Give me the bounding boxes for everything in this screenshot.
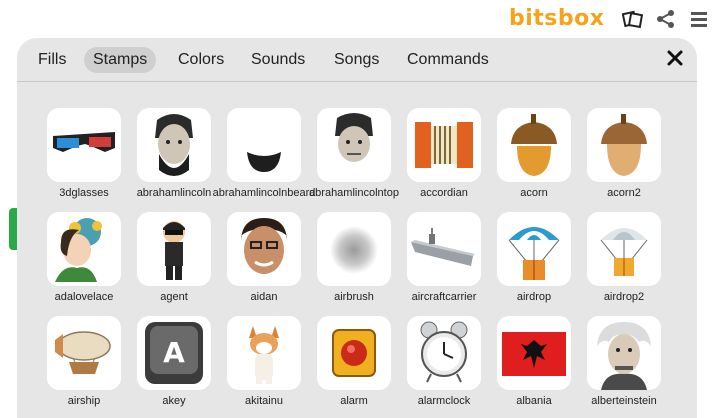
3d-glasses-icon xyxy=(47,108,121,182)
panel-tabs: Fills Stamps Colors Sounds Songs Command… xyxy=(17,38,697,82)
bitsbox-logo[interactable]: bitsbox xyxy=(509,6,604,31)
acorn-icon xyxy=(497,108,571,182)
tab-sounds[interactable]: Sounds xyxy=(242,47,314,73)
tab-colors[interactable]: Colors xyxy=(169,47,233,73)
lincoln-top-icon xyxy=(317,108,391,182)
tab-stamps[interactable]: Stamps xyxy=(84,47,157,73)
copy-icon[interactable] xyxy=(621,8,644,30)
stamp-label: airdrop2 xyxy=(603,291,645,303)
stamp-tile[interactable]: alberteinstein xyxy=(577,316,667,412)
acorn-flat-icon xyxy=(587,108,661,182)
stamp-label: alberteinstein xyxy=(591,395,657,407)
accordion-icon xyxy=(407,108,481,182)
agent-icon xyxy=(137,212,211,286)
aircraft-carrier-icon xyxy=(407,212,481,286)
top-bar: bitsbox xyxy=(0,0,720,38)
menu-icon[interactable] xyxy=(688,8,710,30)
einstein-icon xyxy=(587,316,661,390)
tab-commands[interactable]: Commands xyxy=(398,47,498,73)
beard-icon xyxy=(227,108,301,182)
airbrush-icon xyxy=(317,212,391,286)
alarm-clock-icon xyxy=(407,316,481,390)
akita-dog-icon xyxy=(227,316,301,390)
stamp-tile[interactable]: airdrop2 xyxy=(577,212,667,308)
airdrop-icon xyxy=(497,212,571,286)
stamp-label: acorn2 xyxy=(607,187,641,199)
side-drawer-handle[interactable] xyxy=(9,208,17,250)
stamp-grid: 3dglasses abrahamlincoln abrahamlincolnb… xyxy=(17,82,697,412)
a-key-icon: A xyxy=(137,316,211,390)
tab-songs[interactable]: Songs xyxy=(325,47,388,73)
tab-fills[interactable]: Fills xyxy=(29,47,75,73)
stamps-panel: Fills Stamps Colors Sounds Songs Command… xyxy=(17,38,697,418)
albania-flag-icon xyxy=(497,316,571,390)
close-icon[interactable] xyxy=(665,48,685,68)
airdrop-alt-icon xyxy=(587,212,661,286)
face-photo-icon xyxy=(227,212,301,286)
svg-text:A: A xyxy=(163,336,185,369)
lincoln-portrait-icon xyxy=(137,108,211,182)
ada-lovelace-icon xyxy=(47,212,121,286)
stamp-tile[interactable]: acorn2 xyxy=(577,108,667,204)
alarm-button-icon xyxy=(317,316,391,390)
share-icon[interactable] xyxy=(655,8,677,30)
airship-icon xyxy=(47,316,121,390)
